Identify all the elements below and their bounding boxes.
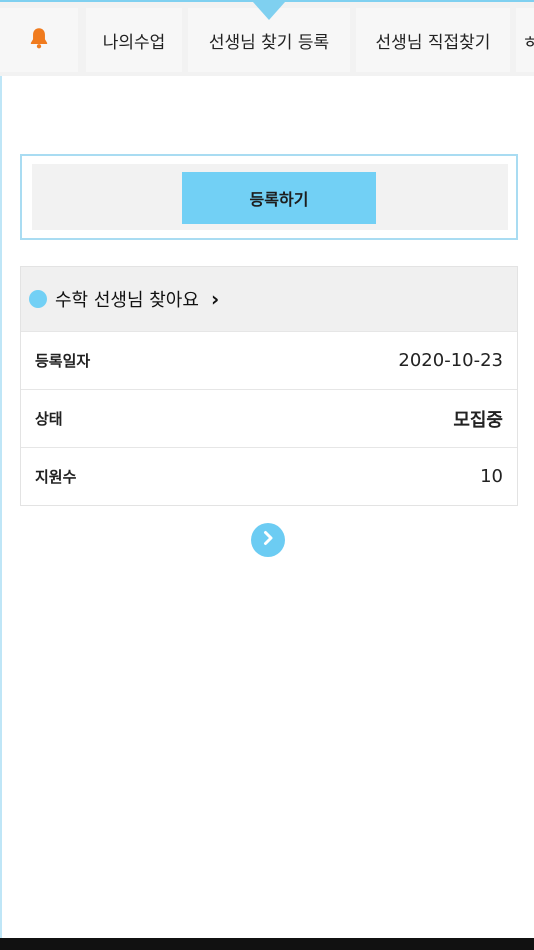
tab-overflow[interactable]: ㅎ [516,8,534,72]
row-value: 10 [480,466,503,487]
notification-tab[interactable] [0,8,78,72]
row-status: 상태 모집중 [21,389,517,447]
tab-find-teacher-directly[interactable]: 선생님 직접찾기 [356,8,510,72]
card-header[interactable]: 수학 선생님 찾아요 › [21,267,517,331]
next-page-button[interactable] [251,523,285,557]
row-label: 지원수 [35,468,77,486]
system-nav-bar [0,938,534,950]
request-card: 수학 선생님 찾아요 › 등록일자 2020-10-23 상태 모집중 지원수 … [20,266,518,506]
card-title: 수학 선생님 찾아요 [55,290,199,311]
bell-icon [26,25,52,56]
row-registration-date: 등록일자 2020-10-23 [21,331,517,389]
register-panel: 등록하기 [20,154,518,240]
active-tab-indicator [253,2,285,20]
row-label: 상태 [35,410,63,428]
register-panel-inner: 등록하기 [32,164,508,230]
register-button[interactable]: 등록하기 [182,172,376,224]
status-badge: 모집중 [453,409,503,431]
status-dot [29,290,47,308]
left-edge [0,0,2,938]
top-tab-bar: 나의수업 선생님 찾기 등록 선생님 직접찾기 ㅎ [0,0,534,76]
row-value: 2020-10-23 [398,350,503,371]
tab-my-classes[interactable]: 나의수업 [86,8,182,72]
row-label: 등록일자 [35,352,91,370]
chevron-right-icon [259,529,277,551]
row-applicant-count: 지원수 10 [21,447,517,505]
chevron-right-icon: › [210,287,220,311]
